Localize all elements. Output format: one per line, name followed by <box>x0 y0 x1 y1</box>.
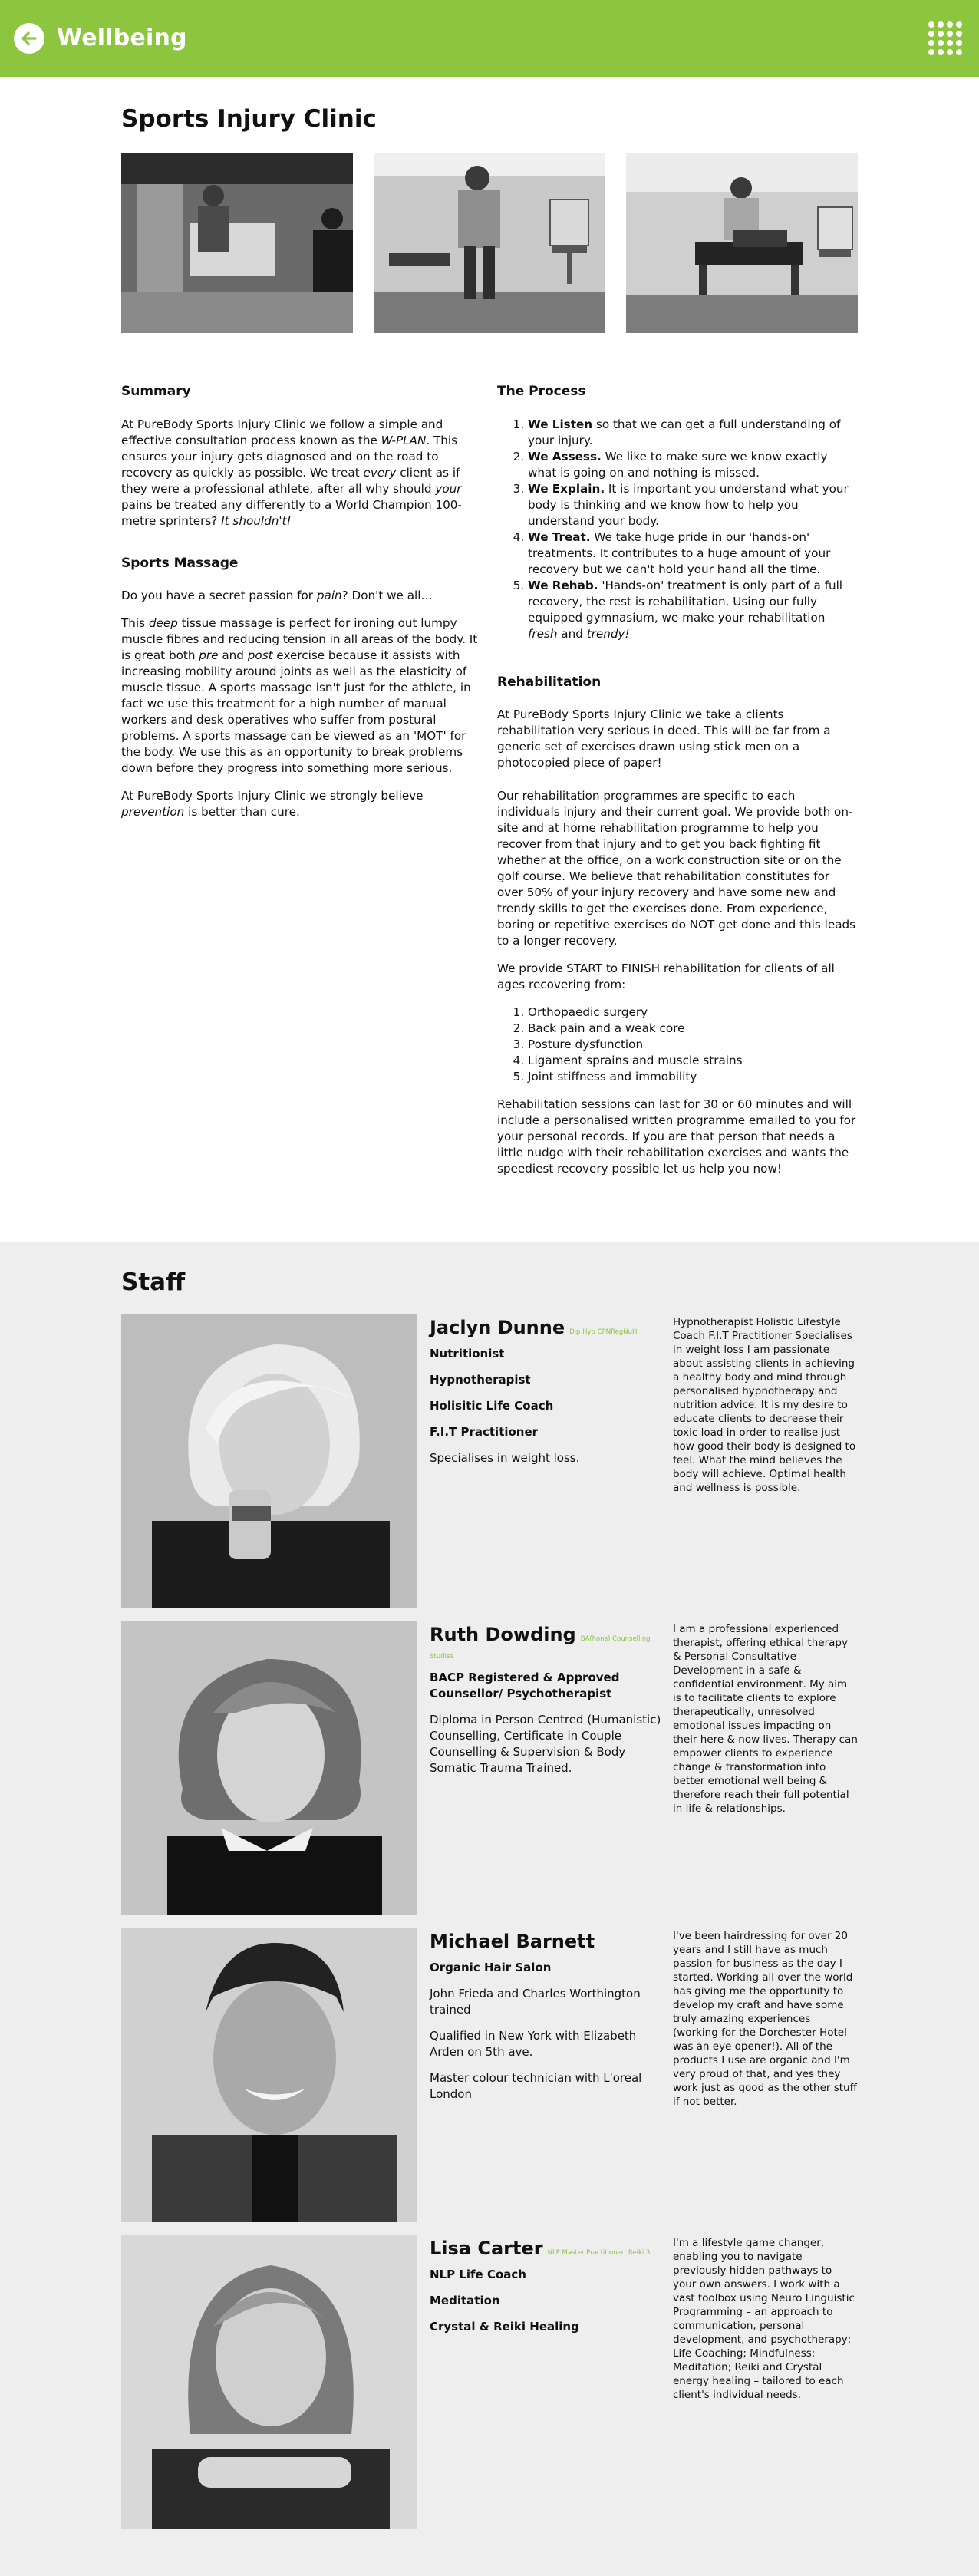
staff-name: Michael Barnett <box>430 1931 595 1953</box>
process-step: We Assess. We like to make sure we know … <box>528 449 858 481</box>
condition-item: Orthopaedic surgery <box>528 1004 858 1021</box>
staff-member: Ruth Dowding BA(hons) Counselling Studies… <box>121 1621 858 1916</box>
rehab-conditions: Orthopaedic surgery Back pain and a weak… <box>528 1004 858 1085</box>
site-title: Wellbeing <box>57 25 187 52</box>
staff-photo <box>121 1314 417 1609</box>
staff-qualifications: Dip Hyp CPNRegNuH <box>569 1328 638 1337</box>
staff-qualifications: NLP Master Practitioner; Reiki 3 <box>547 2249 651 2258</box>
staff-photo <box>121 1928 417 2223</box>
condition-item: Posture dysfunction <box>528 1037 858 1053</box>
massage-description: This deep tissue massage is perfect for … <box>121 616 478 776</box>
staff-detail: Diploma in Person Centred (Humanistic) C… <box>430 1712 661 1775</box>
staff-bio: I'm a lifestyle game changer, enabling y… <box>673 2237 855 2402</box>
massage-heading: Sports Massage <box>121 555 239 571</box>
staff-role: Organic Hair Salon <box>430 1961 552 1975</box>
rehab-sessions: Rehabilitation sessions can last for 30 … <box>497 1097 856 1176</box>
clinic-photo-office <box>121 153 353 333</box>
process-step: We Explain. It is important you understa… <box>528 481 858 529</box>
staff-detail: Master colour technician with L'oreal Lo… <box>430 2071 642 2102</box>
rehab-heading: Rehabilitation <box>497 674 602 690</box>
grid-dots-icon[interactable] <box>928 21 962 55</box>
process-step: We Treat. We take huge pride in our 'han… <box>528 529 858 578</box>
right-column: The Process We Listen so that we can get… <box>497 382 858 1189</box>
staff-detail: Specialises in weight loss. <box>430 1451 580 1466</box>
clinic-photo-massage <box>626 153 858 333</box>
staff-name: Lisa Carter <box>430 2238 543 2260</box>
summary-text: At PureBody Sports Injury Clinic we foll… <box>121 417 462 528</box>
left-column: Summary At PureBody Sports Injury Clinic… <box>121 382 482 1189</box>
rehab-programmes: Our rehabilitation programmes are specif… <box>497 789 856 948</box>
clinic-photo-treatment-room <box>374 153 605 333</box>
staff-role: Crystal & Reiki Healing <box>430 2320 579 2334</box>
main-content: Sports Injury Clinic Summary At PureBody… <box>121 77 858 1242</box>
condition-item: Joint stiffness and immobility <box>528 1069 858 1085</box>
staff-member: Michael Barnett Organic Hair Salon John … <box>121 1928 858 2223</box>
staff-detail: Qualified in New York with Elizabeth Ard… <box>430 2029 637 2060</box>
clinic-photos <box>121 153 858 333</box>
staff-member: Jaclyn Dunne Dip Hyp CPNRegNuH Nutritioni… <box>121 1314 858 1609</box>
staff-bio: I am a professional experienced therapis… <box>673 1623 858 1816</box>
header-left: Wellbeing <box>14 21 187 55</box>
staff-bio: Hypnotherapist Holistic Lifestyle Coach … <box>673 1316 856 1495</box>
staff-detail: John Frieda and Charles Worthington trai… <box>430 1987 641 2017</box>
condition-item: Back pain and a weak core <box>528 1021 858 1037</box>
staff-photo <box>121 1621 417 1916</box>
summary-heading: Summary <box>121 384 191 399</box>
staff-role: Nutritionist <box>430 1347 505 1361</box>
process-step: We Listen so that we can get a full unde… <box>528 417 858 449</box>
page-title: Sports Injury Clinic <box>121 105 377 133</box>
staff-role: BACP Registered & Approved Counsellor/ P… <box>430 1670 620 1700</box>
staff-photo <box>121 2235 417 2530</box>
staff-role: Hypnotherapist <box>430 1373 531 1387</box>
site-header: Wellbeing <box>0 0 979 77</box>
staff-role: F.I.T Practitioner <box>430 1425 539 1440</box>
back-button[interactable] <box>14 23 44 54</box>
staff-name: Ruth Dowding <box>430 1624 576 1646</box>
massage-prevention: At PureBody Sports Injury Clinic we stro… <box>121 789 424 820</box>
staff-info: Michael Barnett Organic Hair Salon John … <box>417 1928 673 2222</box>
massage-intro: Do you have a secret passion for pain? D… <box>121 589 433 603</box>
staff-heading: Staff <box>121 1268 186 1297</box>
staff-member: Lisa Carter NLP Master Practitioner; Reik… <box>121 2235 858 2530</box>
process-step: We Rehab. 'Hands-on' treatment is only p… <box>528 578 858 642</box>
staff-role: NLP Life Coach <box>430 2268 526 2282</box>
staff-bio: I've been hairdressing for over 20 years… <box>673 1930 857 2109</box>
arrow-left-icon <box>21 31 37 45</box>
rehab-scope: We provide START to FINISH rehabilitatio… <box>497 961 835 992</box>
rehab-intro: At PureBody Sports Injury Clinic we take… <box>497 707 831 770</box>
process-steps: We Listen so that we can get a full unde… <box>528 417 858 642</box>
staff-role: Holisitic Life Coach <box>430 1399 554 1413</box>
staff-info: Lisa Carter NLP Master Practitioner; Reik… <box>417 2235 673 2529</box>
content-columns: Summary At PureBody Sports Injury Clinic… <box>121 333 858 1242</box>
staff-info: Ruth Dowding BA(hons) Counselling Studies… <box>417 1621 673 1915</box>
staff-name: Jaclyn Dunne <box>430 1317 565 1339</box>
staff-section: Staff Jaclyn Dunne Dip Hyp CPNRegNuH Nutr… <box>0 1242 979 2576</box>
condition-item: Ligament sprains and muscle strains <box>528 1053 858 1069</box>
staff-role: Meditation <box>430 2294 500 2308</box>
process-heading: The Process <box>497 384 586 399</box>
staff-info: Jaclyn Dunne Dip Hyp CPNRegNuH Nutritioni… <box>417 1314 673 1608</box>
